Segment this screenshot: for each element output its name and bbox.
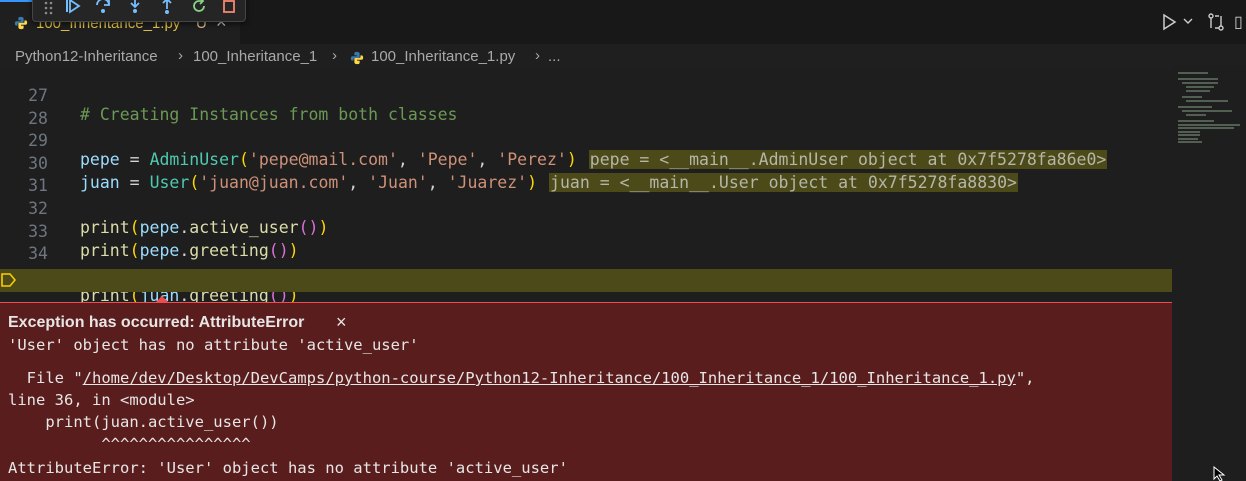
python-file-icon bbox=[14, 16, 28, 30]
code-line: 33 print(pepe.greeting()) bbox=[0, 202, 1172, 260]
breadcrumb-symbols[interactable]: ... bbox=[548, 48, 561, 65]
minimap-line bbox=[1178, 138, 1198, 140]
minimap-line bbox=[1178, 131, 1200, 133]
code-line: 35 print(juan.greeting()) bbox=[0, 247, 1172, 305]
code-line: 32 print(pepe.active_user()) bbox=[0, 179, 1172, 237]
breadcrumb-file[interactable]: 100_Inheritance_1.py bbox=[371, 48, 515, 65]
minimap-line bbox=[1186, 86, 1214, 88]
minimap-line bbox=[1178, 134, 1200, 136]
open-changes-icon[interactable] bbox=[1206, 12, 1226, 32]
exception-message: 'User' object has no attribute 'active_u… bbox=[8, 336, 419, 354]
debug-toolbar bbox=[32, 0, 246, 22]
code-line: 30 juan = User('juan@juan.com', 'Juan', … bbox=[0, 134, 1172, 192]
code-line: 29 pepe = AdminUser('pepe@mail.com', 'Pe… bbox=[0, 111, 1172, 170]
step-into-icon[interactable] bbox=[125, 0, 147, 17]
current-execution-line: 36 print(juan.active_user()) bbox=[0, 269, 1172, 348]
vscode-window: 100_Inheritance_1.py U × ▯ Python12-Inhe… bbox=[0, 0, 1246, 481]
drag-handle-icon[interactable] bbox=[39, 0, 61, 17]
code-line: 34 bbox=[0, 224, 1172, 263]
minimap-line bbox=[1186, 100, 1228, 102]
traceback-text: File " bbox=[8, 369, 83, 387]
minimap-line bbox=[1178, 127, 1234, 129]
minimap-line bbox=[1182, 96, 1202, 98]
step-over-icon[interactable] bbox=[93, 0, 115, 17]
breadcrumb-folder[interactable]: 100_Inheritance_1 bbox=[193, 48, 317, 65]
traceback-file-link[interactable]: /home/dev/Desktop/DevCamps/python-course… bbox=[83, 369, 1016, 387]
minimap-line bbox=[1186, 90, 1210, 92]
exception-title: Exception has occurred: AttributeError bbox=[8, 314, 305, 331]
minimap-line bbox=[1178, 120, 1214, 122]
traceback-text: ", bbox=[1015, 369, 1035, 387]
minimap-line bbox=[1178, 141, 1202, 143]
chevron-down-icon[interactable] bbox=[1182, 15, 1194, 27]
minimap-line bbox=[1178, 124, 1240, 126]
exception-location: line 36, in <module> bbox=[8, 391, 195, 409]
minimap-line bbox=[1182, 82, 1218, 84]
mouse-cursor-icon bbox=[1213, 466, 1226, 481]
minimap-line bbox=[1178, 106, 1212, 108]
exception-carets: ^^^^^^^^^^^^^^^^ bbox=[8, 435, 251, 453]
split-editor-icon[interactable]: ▯ bbox=[1234, 12, 1243, 32]
step-out-icon[interactable] bbox=[157, 0, 179, 17]
minimap[interactable] bbox=[1172, 66, 1246, 306]
code-line: 28 bbox=[0, 89, 1172, 128]
exception-file-line: File "/home/dev/Desktop/DevCamps/python-… bbox=[8, 369, 1035, 387]
breadcrumb-folder-root[interactable]: Python12-Inheritance bbox=[15, 48, 158, 65]
code-line: 27 # Creating Instances from both classe… bbox=[0, 66, 1172, 124]
code-line: 31 bbox=[0, 156, 1172, 195]
minimap-line bbox=[1182, 110, 1232, 112]
close-icon[interactable]: × bbox=[336, 312, 347, 333]
breadcrumb-separator: › bbox=[178, 47, 183, 64]
run-icon[interactable] bbox=[1160, 13, 1178, 31]
minimap-line bbox=[1178, 78, 1218, 80]
python-file-icon bbox=[350, 51, 364, 65]
restart-icon[interactable] bbox=[189, 0, 211, 17]
exception-final: AttributeError: 'User' object has no att… bbox=[8, 459, 568, 477]
exception-widget: Exception has occurred: AttributeError ×… bbox=[0, 302, 1172, 481]
minimap-line bbox=[1186, 114, 1206, 116]
breadcrumb-separator: › bbox=[535, 47, 540, 64]
breadcrumb-separator: › bbox=[332, 47, 337, 64]
exception-code: print(juan.active_user()) bbox=[8, 413, 279, 431]
minimap-line bbox=[1178, 72, 1208, 74]
code-editor[interactable]: 27 # Creating Instances from both classe… bbox=[0, 66, 1172, 348]
execution-pointer-icon bbox=[1, 273, 16, 288]
continue-icon[interactable] bbox=[63, 0, 85, 17]
tab-bar: 100_Inheritance_1.py U × ▯ bbox=[0, 0, 1246, 44]
stop-icon[interactable] bbox=[219, 0, 241, 17]
